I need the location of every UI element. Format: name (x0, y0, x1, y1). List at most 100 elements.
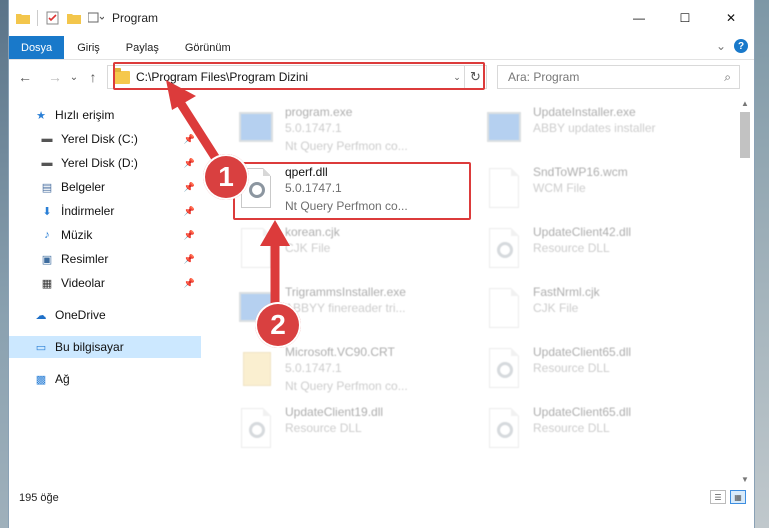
sidebar-item-label: Bu bilgisayar (55, 340, 124, 354)
recent-locations-button[interactable]: ⌄ (67, 65, 81, 89)
sidebar-item-label: Hızlı erişim (55, 108, 115, 122)
sidebar-item[interactable]: ▤ Belgeler 📌 (9, 176, 201, 198)
file-name: UpdateInstaller.exe (533, 105, 636, 119)
sidebar-item-label: Müzik (61, 228, 93, 242)
explorer-window: Program — ☐ ✕ Dosya Giriş Paylaş Görünüm… (8, 0, 755, 528)
file-item[interactable]: UpdateClient19.dll Resource DLL (231, 402, 471, 458)
scroll-thumb[interactable] (740, 112, 750, 158)
file-list: program.exe 5.0.1747.1 Nt Query Perfmon co… (209, 96, 737, 470)
search-icon[interactable]: ⌕ (724, 70, 731, 85)
file-item[interactable]: program.exe 5.0.1747.1 Nt Query Perfmon co… (231, 102, 471, 158)
pin-icon[interactable]: 📌 (184, 182, 195, 193)
vertical-scrollbar[interactable]: ▲ ▼ (738, 96, 752, 486)
dll-file-icon (237, 406, 277, 452)
sidebar-item[interactable]: ☁ OneDrive (9, 304, 201, 326)
pin-icon[interactable]: 📌 (184, 278, 195, 289)
videos-icon: ▦ (41, 277, 53, 290)
scroll-down-button[interactable]: ▼ (738, 472, 752, 486)
toolbar-separator (37, 10, 38, 26)
large-icons-view-button[interactable]: ▦ (730, 490, 746, 504)
pin-icon[interactable]: 📌 (184, 158, 195, 169)
file-name: UpdateClient65.dll (533, 405, 632, 419)
sidebar-item[interactable]: ▭ Bu bilgisayar (9, 336, 201, 358)
star-icon: ★ (36, 109, 46, 122)
quick-access-toolbar (9, 10, 104, 26)
sidebar-item[interactable]: ▬ Yerel Disk (D:) 📌 (9, 152, 201, 174)
step-1-badge: 1 (203, 154, 249, 200)
minimize-button[interactable]: — (616, 0, 662, 36)
window-title: Program (112, 11, 159, 25)
sidebar-item[interactable]: ⬇ İndirmeler 📌 (9, 200, 201, 222)
sidebar-item[interactable]: ▦ Videolar 📌 (9, 272, 201, 294)
file-detail: Resource DLL (533, 421, 610, 435)
pin-icon[interactable]: 📌 (184, 206, 195, 217)
back-button[interactable]: ← (13, 65, 37, 89)
app-window-shape (239, 112, 273, 142)
folder-icon[interactable] (15, 10, 31, 26)
file-meta: UpdateClient65.dll Resource DLL (533, 402, 631, 458)
file-item[interactable]: SndToWP16.wcm WCM File (479, 162, 719, 218)
document-icon (237, 226, 277, 272)
file-detail: WCM File (533, 181, 586, 195)
tab-gorunum[interactable]: Görünüm (172, 36, 244, 59)
details-view-button[interactable]: ☰ (710, 490, 726, 504)
customize-icon[interactable] (88, 10, 104, 26)
document-shape (489, 168, 519, 208)
cloud-icon: ☁ (35, 309, 47, 322)
address-highlight-box (113, 62, 485, 90)
file-item[interactable]: UpdateClient65.dll Resource DLL (479, 342, 719, 398)
file-item[interactable]: UpdateInstaller.exe ABBY updates installe… (479, 102, 719, 158)
sidebar-item-label: Ağ (55, 372, 70, 386)
ribbon-tabs: Dosya Giriş Paylaş Görünüm ⌄ ? (9, 36, 754, 60)
tab-dosya[interactable]: Dosya (9, 36, 65, 59)
file-detail: ABBY updates installer (533, 121, 656, 135)
help-icon[interactable]: ? (734, 39, 748, 53)
scroll-up-button[interactable]: ▲ (738, 96, 752, 110)
file-item[interactable]: FastNrml.cjk CJK File (479, 282, 719, 338)
sidebar-item[interactable]: ♪ Müzik 📌 (9, 224, 201, 246)
sidebar-item-label: Yerel Disk (D:) (61, 156, 138, 170)
sidebar-item[interactable]: ▣ Resimler 📌 (9, 248, 201, 270)
sidebar-item[interactable]: ▩ Ağ (9, 368, 201, 390)
forward-button[interactable]: → (43, 65, 67, 89)
close-button[interactable]: ✕ (708, 0, 754, 36)
pin-icon[interactable]: 📌 (184, 230, 195, 241)
file-item[interactable]: korean.cjk CJK File (231, 222, 471, 278)
dll-file-icon (485, 406, 525, 452)
file-name: korean.cjk (285, 225, 340, 239)
file-item[interactable]: UpdateClient65.dll Resource DLL (479, 402, 719, 458)
tab-paylas[interactable]: Paylaş (113, 36, 172, 59)
file-meta: korean.cjk CJK File (285, 222, 340, 278)
pin-icon[interactable]: 📌 (184, 134, 195, 145)
search-input[interactable]: Ara: Program ⌕ (497, 65, 740, 89)
window-controls: — ☐ ✕ (616, 0, 754, 36)
view-buttons: ☰ ▦ (710, 490, 746, 504)
file-name: FastNrml.cjk (533, 285, 600, 299)
status-bar: 195 öğe (9, 486, 754, 510)
up-button[interactable]: ↑ (81, 65, 105, 89)
ribbon-right-controls: ⌄ ? (716, 39, 748, 53)
sidebar-item[interactable]: ★ Hızlı erişim (9, 104, 201, 126)
sidebar-item-label: Yerel Disk (C:) (61, 132, 138, 146)
gear-icon (249, 422, 265, 438)
properties-icon[interactable] (44, 10, 60, 26)
dll-file-icon (485, 346, 525, 392)
drive-icon: ▬ (41, 157, 53, 169)
pin-icon[interactable]: 📌 (184, 254, 195, 265)
file-item[interactable]: Microsoft.VC90.CRT 5.0.1747.1 Nt Query Per… (231, 342, 471, 398)
computer-icon: ▭ (35, 341, 47, 354)
tab-giris[interactable]: Giriş (64, 36, 113, 59)
file-detail: Resource DLL (533, 241, 610, 255)
step-2-badge: 2 (255, 302, 301, 348)
new-folder-icon[interactable] (66, 10, 82, 26)
ribbon-collapse-icon[interactable]: ⌄ (716, 39, 726, 53)
file-detail: ABBYY finereader tri... (285, 301, 406, 315)
network-icon: ▩ (35, 373, 47, 386)
sidebar-item[interactable]: ▬ Yerel Disk (C:) 📌 (9, 128, 201, 150)
gear-icon (497, 242, 513, 258)
dll-file-icon (485, 226, 525, 272)
file-detail: CJK File (285, 241, 331, 255)
application-icon (485, 106, 525, 152)
file-item[interactable]: UpdateClient42.dll Resource DLL (479, 222, 719, 278)
maximize-button[interactable]: ☐ (662, 0, 708, 36)
